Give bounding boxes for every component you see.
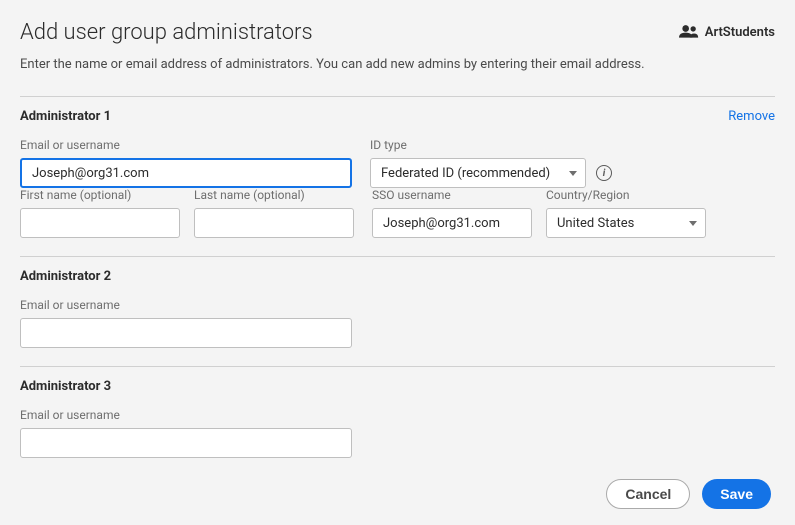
admin-1-title: Administrator 1 bbox=[20, 109, 111, 124]
email-label: Email or username bbox=[20, 138, 352, 152]
last-name-label: Last name (optional) bbox=[194, 188, 354, 202]
page-title: Add user group administrators bbox=[20, 20, 313, 45]
group-name: ArtStudents bbox=[705, 25, 775, 40]
group-badge: ArtStudents bbox=[679, 24, 775, 42]
email-input-2[interactable] bbox=[20, 318, 352, 348]
email-label-2: Email or username bbox=[20, 298, 775, 312]
cancel-button[interactable]: Cancel bbox=[606, 479, 690, 509]
save-button[interactable]: Save bbox=[702, 479, 771, 509]
email-input-3[interactable] bbox=[20, 428, 352, 458]
admin-section-3: Administrator 3 Email or username bbox=[20, 366, 775, 458]
button-row: Cancel Save bbox=[606, 479, 771, 509]
info-icon[interactable]: i bbox=[596, 165, 612, 181]
remove-link[interactable]: Remove bbox=[728, 109, 775, 124]
sso-username-input[interactable] bbox=[372, 208, 532, 238]
email-label-3: Email or username bbox=[20, 408, 775, 422]
country-value: United States bbox=[557, 216, 634, 231]
chevron-down-icon bbox=[569, 171, 577, 176]
email-input[interactable] bbox=[20, 158, 352, 188]
country-select[interactable]: United States bbox=[546, 208, 706, 238]
id-type-value: Federated ID (recommended) bbox=[381, 166, 550, 181]
first-name-label: First name (optional) bbox=[20, 188, 180, 202]
last-name-input[interactable] bbox=[194, 208, 354, 238]
admin-2-title: Administrator 2 bbox=[20, 269, 111, 284]
country-label: Country/Region bbox=[546, 188, 706, 202]
chevron-down-icon bbox=[689, 221, 697, 226]
admin-section-1: Administrator 1 Remove Email or username… bbox=[20, 96, 775, 238]
page-subtitle: Enter the name or email address of admin… bbox=[20, 57, 775, 72]
admin-section-2: Administrator 2 Email or username bbox=[20, 256, 775, 348]
admin-3-title: Administrator 3 bbox=[20, 379, 111, 394]
group-icon bbox=[679, 24, 699, 42]
id-type-label: ID type bbox=[370, 138, 775, 152]
id-type-select[interactable]: Federated ID (recommended) bbox=[370, 158, 586, 188]
sso-username-label: SSO username bbox=[372, 188, 532, 202]
first-name-input[interactable] bbox=[20, 208, 180, 238]
